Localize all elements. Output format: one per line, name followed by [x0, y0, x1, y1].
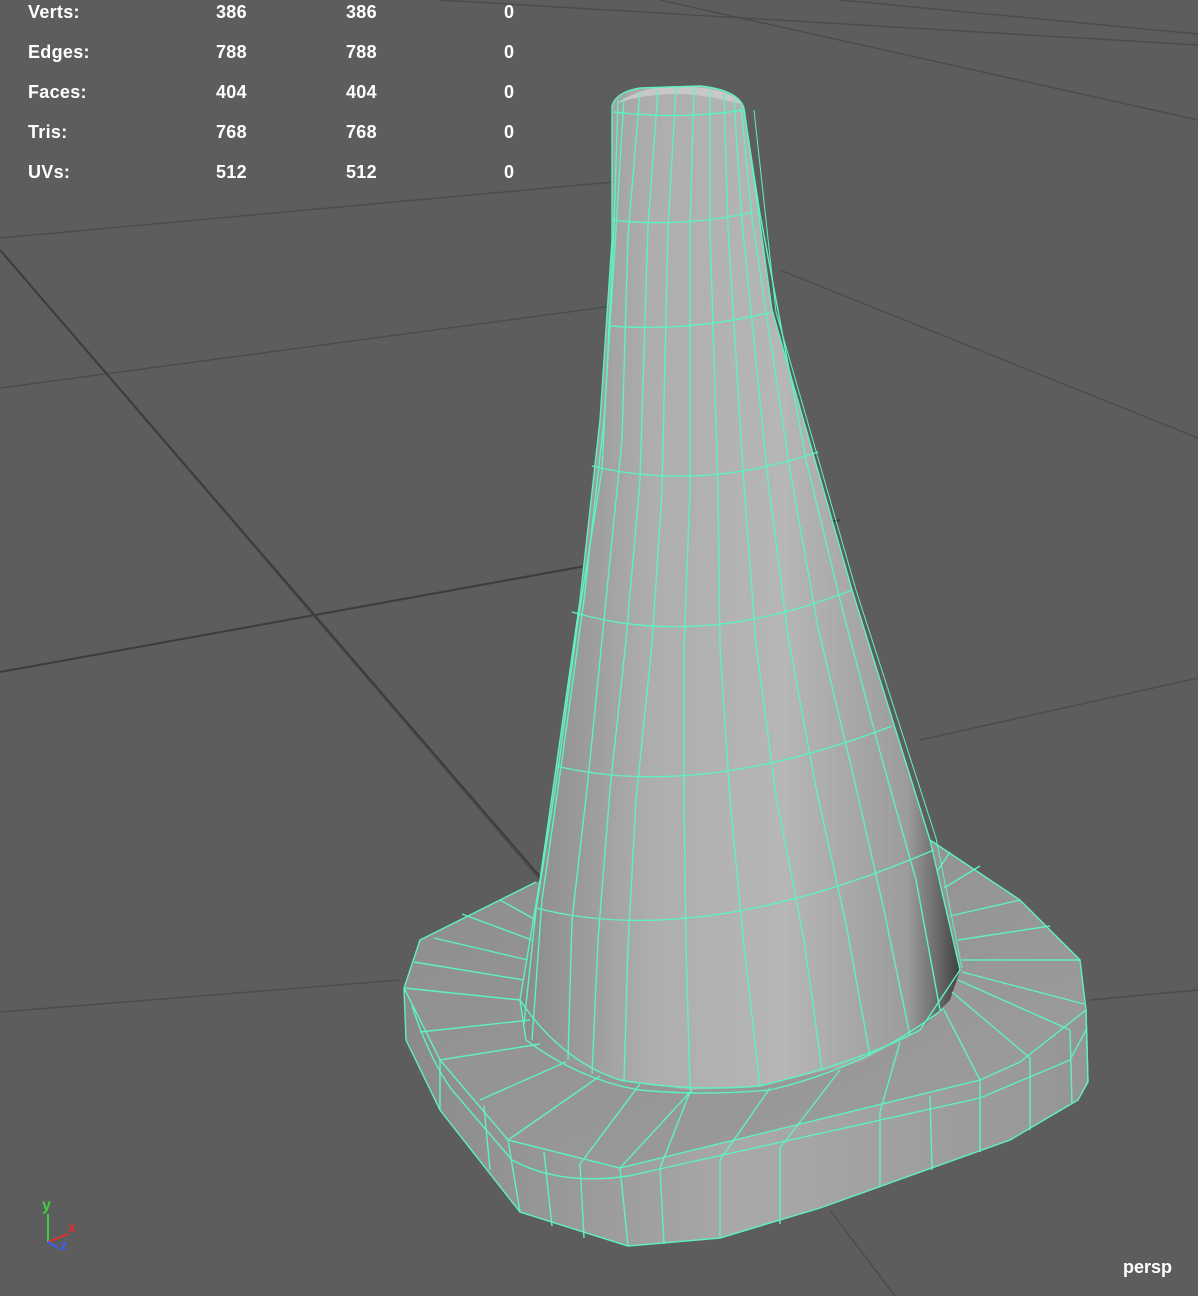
x-axis-label: x — [68, 1219, 76, 1235]
hud-total: 512 — [216, 162, 247, 182]
hud-selected: 404 — [346, 82, 377, 102]
hud-selected: 512 — [346, 162, 377, 182]
hud-component: 0 — [504, 82, 515, 102]
hud-component: 0 — [504, 122, 515, 142]
hud-total: 386 — [216, 2, 247, 22]
y-axis-label: y — [42, 1197, 51, 1214]
hud-component: 0 — [504, 42, 515, 62]
perspective-viewport[interactable]: Verts: 386 386 0 Edges: 788 788 0 Faces:… — [0, 0, 1198, 1296]
hud-component: 0 — [504, 162, 515, 182]
camera-name-label: persp — [1122, 1257, 1172, 1277]
hud-selected: 386 — [346, 2, 377, 22]
hud-label: Edges: — [28, 42, 90, 62]
view-axis-gizmo-icon: y x z — [42, 1197, 76, 1253]
hud-label: Verts: — [28, 2, 80, 22]
scene-canvas[interactable] — [0, 0, 1198, 1296]
hud-selected: 788 — [346, 42, 377, 62]
hud-label: UVs: — [28, 162, 71, 182]
hud-component: 0 — [504, 2, 515, 22]
hud-total: 788 — [216, 42, 247, 62]
hud-label: Tris: — [28, 122, 68, 142]
hud-label: Faces: — [28, 82, 87, 102]
hud-total: 768 — [216, 122, 247, 142]
hud-total: 404 — [216, 82, 247, 102]
z-axis-line — [47, 1241, 59, 1249]
z-axis-label: z — [60, 1237, 67, 1253]
hud-selected: 768 — [346, 122, 377, 142]
